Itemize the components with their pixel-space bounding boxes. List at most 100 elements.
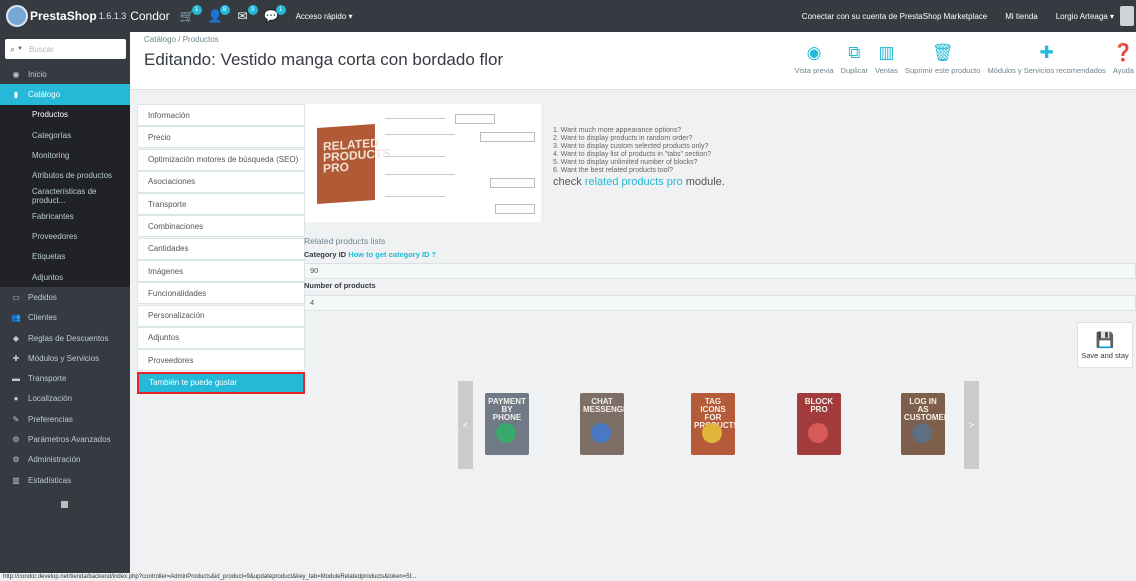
tag-icon: ◆ <box>12 333 20 343</box>
my-shop-link[interactable]: Mi tienda <box>1005 12 1037 21</box>
promo-line-6: 6. Want the best related products tool? <box>553 167 673 174</box>
sidebar-subitem-categorias[interactable]: Categorías <box>0 125 130 145</box>
preview-button[interactable]: ◉ Vista previa <box>794 42 833 75</box>
toolbar: ◉ Vista previa ⧉ Duplicar ▥ Ventas 🗑 Suprimi… <box>787 42 1136 75</box>
promo-line-1: 1. Want much more appearance options? <box>553 127 682 134</box>
tab-proveedores[interactable]: Proveedores <box>137 349 305 372</box>
logo-version: 1.6.1.3 <box>98 11 127 21</box>
carousel-product[interactable]: PAYMENT BY PHONE <box>485 393 529 455</box>
promo-field <box>495 204 535 214</box>
toolbar-label: Ayuda <box>1112 66 1134 75</box>
promo-check: check related products pro module. <box>553 176 763 188</box>
sidebar-item-transporte[interactable]: ▬ Transporte <box>0 368 130 388</box>
sidebar-subitem-caracteristicas[interactable]: Características de product... <box>0 186 130 206</box>
sidebar-item-label: Pedidos <box>28 292 57 302</box>
sidebar-subitem-adjuntos[interactable]: Adjuntos <box>0 267 130 287</box>
collapse-sidebar-button[interactable] <box>61 501 68 508</box>
tab-cantidades[interactable]: Cantidades <box>137 237 305 260</box>
sidebar-subitem-etiquetas[interactable]: Etiquetas <box>0 247 130 267</box>
product-logo-icon <box>702 423 722 443</box>
delete-product-button[interactable]: 🗑 Suprimir este producto <box>905 42 980 75</box>
promo-check-suffix: module. <box>682 176 725 188</box>
tab-transporte[interactable]: Transporte <box>137 193 305 216</box>
tab-personalizacion[interactable]: Personalización <box>137 304 305 327</box>
sidebar-subitem-proveedores[interactable]: Proveedores <box>0 226 130 246</box>
promo-banner-image[interactable]: RELATED PRODUCTS PRO <box>305 104 541 222</box>
promo-line-2: 2. Want to display products in random or… <box>553 135 693 142</box>
duplicate-button[interactable]: ⧉ Duplicar <box>841 42 869 75</box>
sidebar-item-administracion[interactable]: ⚙ Administración <box>0 450 130 470</box>
wrench-icon: ✎ <box>12 414 20 424</box>
carousel-product[interactable]: LOG IN AS CUSTOMER <box>901 393 950 455</box>
category-id-label-text: Category ID <box>304 250 347 259</box>
carousel-product[interactable]: TAG ICONS FOR PRODUCTS <box>691 393 739 455</box>
promo-line-3: 3. Want to display custom selected produ… <box>553 143 709 150</box>
carousel-next-button[interactable]: > <box>964 381 979 469</box>
carousel-product[interactable]: BLOCK PRO <box>797 393 841 455</box>
shop-name[interactable]: Condor <box>130 9 169 23</box>
sidebar-item-modulos[interactable]: ✚ Módulos y Servicios <box>0 348 130 368</box>
category-help-link[interactable]: How to get category ID ? <box>348 250 436 259</box>
quick-access-menu[interactable]: Acceso rápido ▾ <box>296 12 353 21</box>
promo-field <box>455 114 495 124</box>
marketplace-link[interactable]: Conectar con su cuenta de PrestaShop Mar… <box>802 12 987 21</box>
message-icon[interactable]: ✉ 3 <box>236 5 258 23</box>
sidebar-subitem-fabricantes[interactable]: Fabricantes <box>0 206 130 226</box>
cogs-icon: ⚙ <box>12 434 20 444</box>
tab-adjuntos[interactable]: Adjuntos <box>137 326 305 349</box>
tab-seo[interactable]: Optimización motores de búsqueda (SEO) <box>137 148 305 171</box>
book-icon: ▮ <box>13 89 19 99</box>
category-id-field[interactable]: 90 <box>304 263 1136 279</box>
help-button[interactable]: ❓ Ayuda <box>1113 42 1134 75</box>
number-of-products-field[interactable]: 4 <box>304 295 1136 311</box>
carousel-product[interactable]: CHAT MESSENGER <box>580 393 634 455</box>
promo-text: 1. Want much more appearance options? 2.… <box>553 127 763 188</box>
recommended-modules-button[interactable]: ✚ Módulos y Servicios recomendados <box>987 42 1105 75</box>
sidebar-item-pedidos[interactable]: ▭ Pedidos <box>0 287 130 307</box>
carousel-prev-button[interactable]: < <box>458 381 473 469</box>
sidebar-item-catalogo[interactable]: ▮ Catálogo <box>0 84 130 105</box>
related-products-pro-link[interactable]: related products pro <box>585 176 683 188</box>
user-icon[interactable]: 👤 8 <box>208 5 230 23</box>
user-menu[interactable]: Lorgio Arteaga ▾ <box>1056 12 1114 21</box>
avatar[interactable] <box>1120 6 1134 26</box>
promo-line <box>385 174 455 175</box>
user-badge: 8 <box>219 5 230 15</box>
logo[interactable]: PrestaShop 1.6.1.3 <box>6 5 130 27</box>
sidebar-item-inicio[interactable]: ◉ Inicio <box>0 64 130 84</box>
tab-funcionalidades[interactable]: Funcionalidades <box>137 282 305 305</box>
sidebar-item-label: Localización <box>28 394 73 404</box>
tab-asociaciones[interactable]: Asociaciones <box>137 170 305 193</box>
promo-line-5: 5. Want to display unlimited number of b… <box>553 159 698 166</box>
search-input[interactable]: ⌕ ▼ Buscar <box>5 39 126 59</box>
tab-informacion[interactable]: Información <box>137 104 305 126</box>
chevron-down-icon[interactable]: ▼ <box>17 46 23 52</box>
product-carousel: < > PAYMENT BY PHONE CHAT MESSENGER TAG IC… <box>458 381 979 469</box>
puzzle-icon: ✚ <box>12 353 20 363</box>
cart-icon[interactable]: 🛒 1 <box>180 5 202 23</box>
save-and-stay-button[interactable]: 💾 Save and stay <box>1077 322 1133 368</box>
sidebar-subitem-monitoring[interactable]: Monitoring <box>0 145 130 165</box>
tab-combinaciones[interactable]: Combinaciones <box>137 215 305 238</box>
logo-icon <box>6 5 28 27</box>
tab-tambien-te-puede-gustar[interactable]: También te puede gustar <box>137 371 305 394</box>
sidebar-subitem-productos[interactable]: Productos <box>0 105 130 125</box>
sidebar-item-reglas[interactable]: ◆ Reglas de Descuentos <box>0 328 130 348</box>
product-box-label: RELATED PRODUCTS PRO <box>323 135 391 176</box>
sales-button[interactable]: ▥ Ventas <box>875 42 898 75</box>
product-box-image: RELATED PRODUCTS PRO <box>317 123 390 205</box>
carousel-product-name: BLOCK PRO <box>804 397 834 414</box>
sidebar-item-localizacion[interactable]: ● Localización <box>0 389 130 409</box>
sidebar-item-estadisticas[interactable]: ▥ Estadísticas <box>0 470 130 490</box>
tab-imagenes[interactable]: Imágenes <box>137 260 305 283</box>
product-logo-icon <box>912 423 932 443</box>
sidebar-subitem-atributos[interactable]: Atributos de productos <box>0 165 130 185</box>
breadcrumb[interactable]: Catálogo / Productos <box>144 35 219 44</box>
sidebar-item-clientes[interactable]: 👥 Clientes <box>0 308 130 328</box>
logo-text: PrestaShop <box>30 9 97 23</box>
dashboard-icon: ◉ <box>12 69 20 79</box>
sidebar-item-parametros[interactable]: ⚙ Parámetros Avanzados <box>0 429 130 449</box>
sidebar-item-preferencias[interactable]: ✎ Preferencias <box>0 409 130 429</box>
tab-precio[interactable]: Precio <box>137 126 305 149</box>
chat-icon[interactable]: 💬 1 <box>264 5 286 23</box>
